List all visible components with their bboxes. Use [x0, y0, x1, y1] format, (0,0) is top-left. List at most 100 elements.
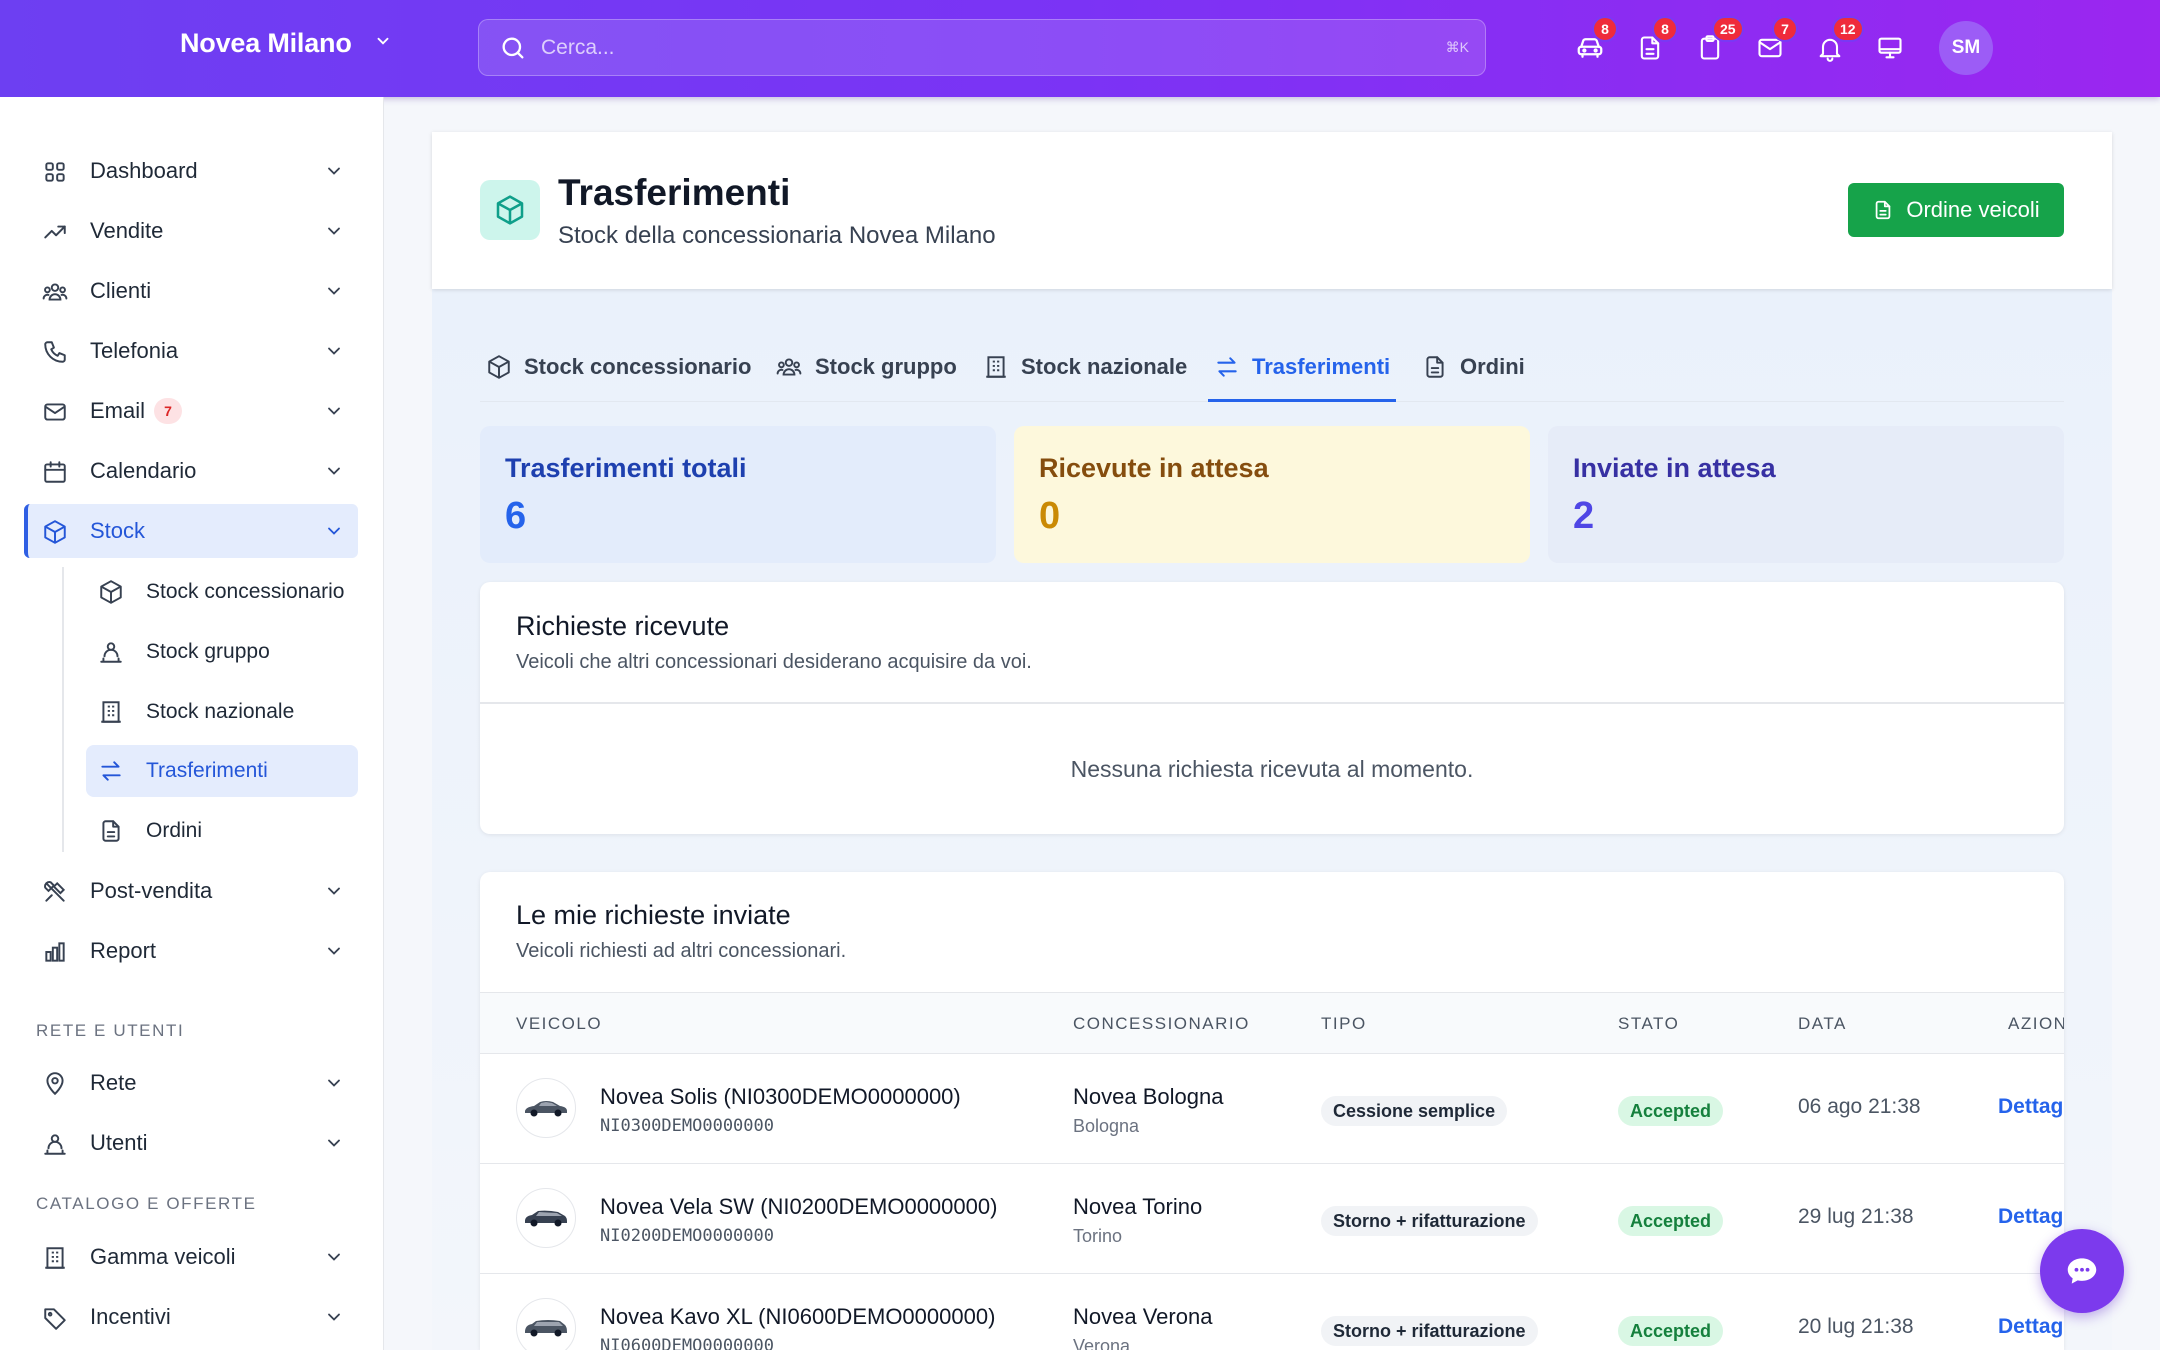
table-row: Novea Solis (NI0300DEMO0000000) NI0300DE… — [480, 1054, 2064, 1164]
tab-label: Stock gruppo — [815, 354, 957, 379]
chevron-down-icon — [328, 227, 340, 235]
chat-bubble-icon — [2067, 1258, 2097, 1284]
search-input[interactable] — [541, 30, 1421, 66]
sidebar-item-label: Stock — [90, 518, 146, 543]
user-group-icon — [100, 642, 122, 663]
dealer-city: Verona — [1073, 1336, 1131, 1350]
tab-label: Stock nazionale — [1021, 354, 1188, 379]
chat-button[interactable] — [2040, 1229, 2124, 1313]
sidebar-item-label: Utenti — [90, 1130, 148, 1155]
section-label-network: RETE E UTENTI — [36, 1021, 185, 1040]
vehicles-button[interactable]: 8 — [1570, 16, 1618, 72]
dealer-name: Novea Torino — [1073, 1194, 1203, 1219]
empty-state-message: Nessuna richiesta ricevuta al momento. — [1070, 756, 1474, 782]
request-date: 20 lug 21:38 — [1798, 1315, 1914, 1338]
sidebar-subitem-stock-nazionale[interactable]: Stock nazionale — [86, 686, 358, 738]
sidebar-item-label: Gamma veicoli — [90, 1244, 236, 1269]
sidebar-item-gamma-veicoli[interactable]: Gamma veicoli — [24, 1230, 358, 1284]
box-icon — [44, 520, 66, 544]
arrows-exchange-icon — [1217, 357, 1237, 377]
sidebar-subitem-trasferimenti[interactable]: Trasferimenti — [86, 745, 358, 797]
car-thumbnail-icon — [525, 1320, 567, 1337]
stat-label: Ricevute in attesa — [1039, 453, 1269, 483]
tab-stock-nazionale[interactable]: Stock nazionale — [983, 348, 1187, 402]
sidebar-item-report[interactable]: Report — [24, 924, 358, 978]
tag-icon — [44, 1308, 66, 1330]
document-icon — [102, 820, 120, 842]
details-link[interactable]: Dettagli — [1998, 1315, 2064, 1339]
mail-button[interactable]: 7 — [1750, 16, 1798, 72]
sidebar-item-vendite[interactable]: Vendite — [24, 204, 358, 258]
sidebar-subitem-ordini[interactable]: Ordini — [86, 805, 358, 857]
search-icon — [502, 37, 524, 59]
order-vehicles-label: Ordine veicoli — [1906, 197, 2040, 222]
submenu-guide — [62, 567, 64, 852]
type-badge: Storno + rifatturazione — [1321, 1206, 1538, 1236]
chevron-down-icon — [328, 1313, 340, 1321]
column-header: AZIONI — [2008, 1014, 2064, 1033]
document-icon — [1426, 356, 1444, 378]
sidebar-item-label: Post-vendita — [90, 878, 213, 903]
sidebar-item-label: Report — [90, 938, 157, 963]
documents-badge: 8 — [1652, 16, 1678, 42]
notifications-button[interactable]: 12 — [1810, 16, 1864, 72]
search-shortcut: ⌘K — [1445, 39, 1469, 55]
tasks-button[interactable]: 25 — [1690, 16, 1744, 72]
user-avatar[interactable]: SM — [1939, 21, 1993, 75]
details-link[interactable]: Dettagli — [1998, 1095, 2064, 1119]
sidebar-item-label: Dashboard — [90, 158, 198, 183]
car-thumbnail-icon — [525, 1210, 567, 1227]
search-box: ⌘K — [478, 19, 1486, 76]
chevron-down-icon — [328, 887, 340, 895]
sidebar-subitem-label: Stock gruppo — [146, 640, 270, 663]
sidebar-subitem-label: Ordini — [146, 819, 203, 842]
sidebar-item-label: Incentivi — [90, 1304, 171, 1329]
sidebar-subitem-stock-gruppo[interactable]: Stock gruppo — [86, 626, 358, 678]
type-badge: Cessione semplice — [1321, 1096, 1508, 1126]
status-badge: Accepted — [1618, 1206, 1724, 1236]
monitor-icon — [1878, 37, 1902, 59]
request-date: 06 ago 21:38 — [1798, 1095, 1921, 1118]
details-link[interactable]: Dettagli — [1998, 1205, 2064, 1229]
stat-value: 6 — [505, 495, 527, 537]
sidebar-item-label: Email — [90, 398, 146, 423]
order-vehicles-button[interactable]: Ordine veicoli — [1848, 183, 2064, 237]
top-bar: Novea Milano ⌘K 8 8 25 7 12 — [0, 0, 2160, 97]
sidebar-item-calendario[interactable]: Calendario — [24, 444, 358, 498]
sidebar-subitem-stock-concessionario[interactable]: Stock concessionario — [86, 566, 358, 618]
sidebar-item-telefonia[interactable]: Telefonia — [24, 324, 358, 378]
card-subtitle: Veicoli che altri concessionari desidera… — [516, 651, 1032, 673]
table-row: Novea Vela SW (NI0200DEMO0000000) NI0200… — [480, 1164, 2064, 1274]
stat-label: Trasferimenti totali — [505, 453, 747, 483]
tab-stock-concessionario[interactable]: Stock concessionario — [486, 348, 751, 402]
email-count-badge: 7 — [154, 398, 182, 424]
sidebar-item-stock[interactable]: Stock — [24, 504, 358, 558]
sidebar-item-incentivi[interactable]: Incentivi — [24, 1290, 358, 1344]
dealer-switcher[interactable]: Novea Milano — [180, 28, 392, 59]
chevron-down-icon — [328, 407, 340, 415]
documents-button[interactable]: 8 — [1630, 16, 1678, 72]
sidebar-item-post-vendita[interactable]: Post-vendita — [24, 864, 358, 918]
vehicle-name: Novea Vela SW (NI0200DEMO0000000) — [600, 1194, 998, 1219]
column-header: VEICOLO — [516, 1014, 603, 1033]
mail-icon — [44, 403, 66, 421]
sidebar-subitem-label: Trasferimenti — [146, 759, 268, 782]
vehicle-code: NI0200DEMO0000000 — [600, 1226, 774, 1246]
sidebar-item-utenti[interactable]: Utenti — [24, 1116, 358, 1170]
sidebar-item-rete[interactable]: Rete — [24, 1056, 358, 1110]
desktop-button[interactable] — [1870, 24, 1910, 72]
trending-up-icon — [44, 225, 66, 239]
chevron-down-icon — [328, 1079, 340, 1087]
sidebar-item-email[interactable]: Email 7 — [24, 384, 358, 438]
vehicle-thumbnail — [516, 1078, 576, 1138]
dealer-name: Novea Milano — [180, 28, 352, 58]
calendar-icon — [44, 461, 66, 483]
car-thumbnail-icon — [525, 1101, 567, 1117]
sidebar-item-clienti[interactable]: Clienti — [24, 264, 358, 318]
tab-trasferimenti[interactable]: Trasferimenti — [1208, 348, 1397, 402]
tab-stock-gruppo[interactable]: Stock gruppo — [775, 348, 957, 402]
stat-card-received-pending: Ricevute in attesa 0 — [1014, 426, 1530, 563]
vehicle-name: Novea Kavo XL (NI0600DEMO0000000) — [600, 1304, 996, 1329]
tab-ordini[interactable]: Ordini — [1422, 348, 1525, 402]
sidebar-item-dashboard[interactable]: Dashboard — [24, 144, 358, 198]
